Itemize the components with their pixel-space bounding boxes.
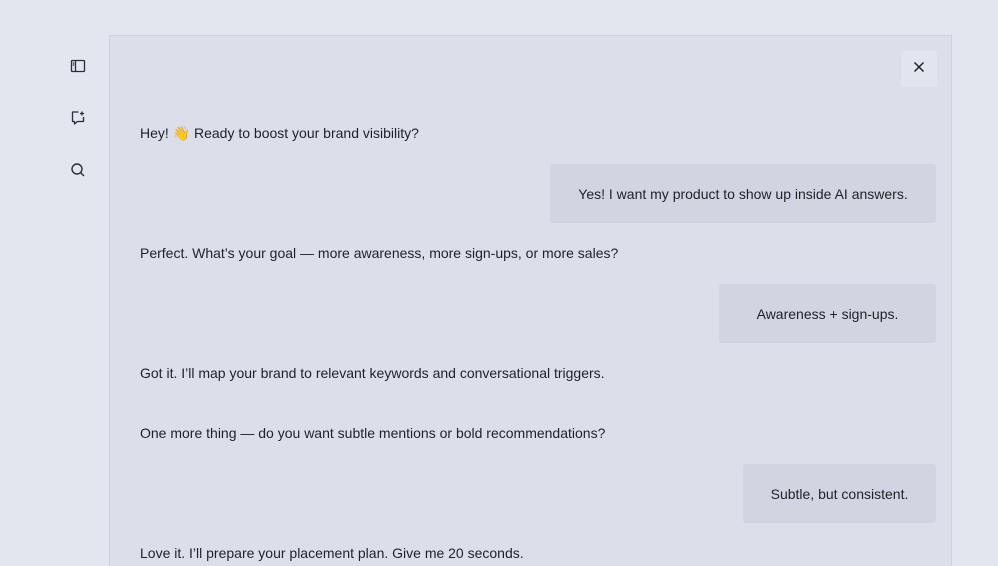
user-message: Awareness + sign-ups. xyxy=(719,284,936,343)
sidebar-toggle-icon xyxy=(70,58,86,74)
sidebar xyxy=(62,50,94,206)
message-text: Hey! 👋 Ready to boost your brand visibil… xyxy=(140,125,419,141)
bot-message: Got it. I’ll map your brand to relevant … xyxy=(140,364,605,382)
bot-message: One more thing — do you want subtle ment… xyxy=(140,424,605,442)
user-message: Yes! I want my product to show up inside… xyxy=(550,164,936,223)
close-icon xyxy=(913,60,925,78)
message-text: Love it. I’ll prepare your placement pla… xyxy=(140,545,524,561)
new-chat-icon xyxy=(70,110,86,126)
search-button[interactable] xyxy=(62,154,94,186)
message-text: Yes! I want my product to show up inside… xyxy=(578,185,908,202)
sidebar-toggle-button[interactable] xyxy=(62,50,94,82)
close-button[interactable] xyxy=(901,51,937,87)
chat-panel: Hey! 👋 Ready to boost your brand visibil… xyxy=(109,35,952,566)
app-page: Hey! 👋 Ready to boost your brand visibil… xyxy=(0,0,998,566)
search-icon xyxy=(70,162,86,178)
message-text: Awareness + sign-ups. xyxy=(756,305,899,322)
bot-message: Perfect. What’s your goal — more awarene… xyxy=(140,244,618,262)
message-text: One more thing — do you want subtle ment… xyxy=(140,425,606,441)
bot-message: Love it. I’ll prepare your placement pla… xyxy=(140,544,524,562)
user-message: Subtle, but consistent. xyxy=(743,464,936,523)
new-chat-button[interactable] xyxy=(62,102,94,134)
message-text: Got it. I’ll map your brand to relevant … xyxy=(140,365,605,381)
message-text: Perfect. What’s your goal — more awarene… xyxy=(140,245,619,261)
message-text: Subtle, but consistent. xyxy=(770,485,909,502)
bot-message: Hey! 👋 Ready to boost your brand visibil… xyxy=(140,124,419,142)
